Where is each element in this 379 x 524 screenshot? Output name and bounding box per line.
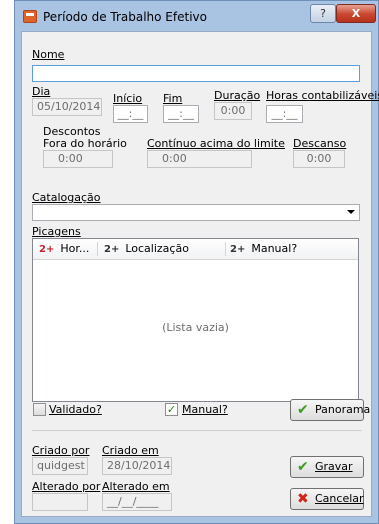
checkmark-icon: ✔ [297, 402, 309, 418]
descanso-label: Descanso [293, 137, 347, 150]
close-button[interactable]: X [336, 4, 376, 23]
panorama-button[interactable]: ✔ Panorama [290, 399, 370, 421]
close-icon: ✖ [297, 491, 309, 507]
horas-contabilizaveis-input[interactable]: __:__ [266, 105, 303, 123]
checkmark-icon: ✔ [297, 459, 309, 475]
catalogacao-select[interactable] [32, 204, 360, 221]
catalogacao-label: Catalogação [32, 191, 101, 204]
title-bar[interactable]: Período de Trabalho Efetivo ? X [15, 1, 378, 31]
fim-label: Fim [163, 92, 183, 105]
divider [32, 430, 362, 431]
app-icon [23, 10, 37, 23]
gravar-button[interactable]: ✔ Gravar [290, 456, 364, 478]
cancelar-button-label: Cancelar [315, 492, 364, 505]
picagens-label: Picagens [32, 225, 81, 238]
horas-contabilizaveis-label: Horas contabilizáveis [266, 89, 379, 102]
picagens-grid[interactable]: 2+ Hor... 2+ Localização 2+ Manual? (Lista … [32, 238, 359, 402]
manual-label: Manual? [182, 403, 228, 416]
dia-field[interactable]: 05/10/2014 [32, 98, 102, 116]
manual-checkbox[interactable]: ✓ [165, 403, 178, 416]
criado-por-label: Criado por [32, 444, 90, 457]
dialog-window: Período de Trabalho Efetivo ? X Nome Dia… [14, 0, 379, 524]
alterado-em-label: Alterado em [102, 480, 170, 493]
nome-input[interactable] [32, 65, 360, 82]
sort-icon: 2+ [39, 244, 55, 255]
column-localizacao-label: Localização [125, 242, 189, 255]
cancelar-button[interactable]: ✖ Cancelar [290, 488, 364, 510]
validado-label: Validado? [49, 403, 102, 416]
chevron-down-icon[interactable] [347, 210, 355, 214]
column-hora[interactable]: 2+ Hor... [39, 239, 89, 259]
dia-label: Dia [32, 85, 51, 98]
descanso-field: 0:00 [293, 150, 345, 168]
panorama-button-label: Panorama [315, 403, 371, 416]
criado-em-field: 28/10/2014 [102, 457, 172, 475]
dialog-body: Nome Dia 05/10/2014 Início __:__ Fim __:… [21, 31, 379, 517]
alterado-em-field: __/__/____ [102, 493, 172, 511]
alterado-por-field [32, 493, 88, 511]
validado-checkbox[interactable] [33, 403, 46, 416]
criado-em-label: Criado em [102, 444, 159, 457]
empty-list-text: (Lista vazia) [162, 321, 229, 334]
grid-header: 2+ Hor... 2+ Localização 2+ Manual? [33, 239, 358, 260]
column-manual[interactable]: 2+ Manual? [230, 239, 297, 259]
fora-horario-field: 0:00 [43, 150, 113, 168]
column-divider[interactable] [97, 242, 98, 256]
inicio-label: Início [113, 92, 143, 105]
criado-por-field: quidgest [32, 457, 88, 475]
gravar-button-label: Gravar [315, 460, 353, 473]
duracao-label: Duração [214, 89, 261, 102]
duracao-field: 0:00 [214, 102, 252, 120]
inicio-input[interactable]: __:__ [113, 105, 148, 123]
window-title: Período de Trabalho Efetivo [43, 10, 207, 24]
column-hora-label: Hor... [60, 242, 90, 255]
fora-horario-label: Fora do horário [43, 137, 127, 150]
alterado-por-label: Alterado por [32, 480, 101, 493]
help-button[interactable]: ? [310, 4, 336, 23]
fim-input[interactable]: __:__ [163, 105, 199, 123]
continuo-label: Contínuo acima do limite [147, 137, 285, 150]
column-manual-label: Manual? [251, 242, 298, 255]
column-divider[interactable] [225, 242, 226, 256]
continuo-field: 0:00 [147, 150, 252, 168]
nome-label: Nome [32, 48, 65, 61]
column-localizacao[interactable]: 2+ Localização [104, 239, 189, 259]
sort-icon: 2+ [230, 244, 246, 255]
sort-icon: 2+ [104, 244, 120, 255]
